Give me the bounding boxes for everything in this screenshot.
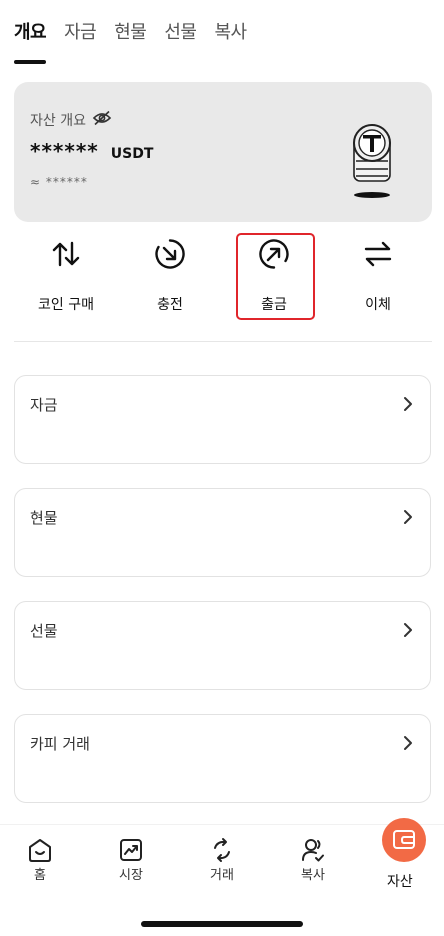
top-tab-bar: 개요 자금 현물 선물 복사	[14, 18, 248, 64]
buy-crypto-button[interactable]: 코인 구매	[14, 232, 118, 320]
home-indicator	[141, 921, 303, 927]
account-card-title: 선물	[30, 622, 58, 640]
tab-overview[interactable]: 개요	[14, 18, 47, 64]
chevron-right-icon	[402, 622, 414, 638]
swap-vertical-icon	[50, 238, 82, 270]
account-card-title: 현물	[30, 509, 58, 527]
usdt-coin-stack-icon	[350, 119, 394, 203]
quick-actions: 코인 구매 충전 출금 이체	[14, 232, 432, 322]
nav-copy[interactable]: 복사	[283, 837, 343, 883]
deposit-label: 충전	[157, 297, 183, 313]
chevron-right-icon	[402, 735, 414, 751]
account-card-title: 자금	[30, 396, 58, 414]
transfer-icon	[362, 238, 394, 270]
asset-overview-label-row: 자산 개요	[30, 110, 112, 130]
section-divider	[14, 341, 432, 342]
balance-unit: USDT	[110, 146, 154, 162]
nav-trade-label: 거래	[210, 868, 234, 883]
account-card-title: 카피 거래	[30, 735, 90, 753]
account-card-funding[interactable]: 자금	[14, 375, 431, 464]
chevron-right-icon	[402, 509, 414, 525]
account-card-futures[interactable]: 선물	[14, 601, 431, 690]
balance-approx: ≈ ******	[30, 175, 88, 189]
nav-copy-label: 복사	[301, 868, 325, 883]
nav-assets-label[interactable]: 자산	[387, 871, 413, 891]
nav-trade[interactable]: 거래	[192, 837, 252, 883]
deposit-button[interactable]: 충전	[118, 232, 222, 320]
wallet-icon	[382, 830, 426, 866]
tab-copy[interactable]: 복사	[215, 18, 248, 44]
account-card-copy-trading[interactable]: 카피 거래	[14, 714, 431, 803]
nav-home[interactable]: 홈	[10, 837, 70, 883]
nav-assets-button[interactable]	[382, 818, 426, 862]
asset-overview-card: 자산 개요 ****** USDT ≈ ******	[14, 82, 432, 222]
chevron-right-icon	[402, 396, 414, 412]
deposit-icon	[154, 238, 186, 270]
balance-amount: ******	[30, 139, 99, 163]
transfer-button[interactable]: 이체	[326, 232, 430, 320]
account-card-spot[interactable]: 현물	[14, 488, 431, 577]
home-icon	[10, 837, 70, 863]
eye-off-icon[interactable]	[92, 110, 112, 130]
nav-market[interactable]: 시장	[101, 837, 161, 883]
balance-amount-row: ****** USDT	[30, 139, 153, 163]
nav-market-label: 시장	[119, 868, 143, 883]
asset-overview-label: 자산 개요	[30, 113, 86, 129]
tab-spot[interactable]: 현물	[114, 18, 147, 44]
copy-user-icon	[283, 837, 343, 863]
bottom-navigation: 홈 시장 거래 복사 자산	[0, 818, 444, 894]
tab-futures[interactable]: 선물	[164, 18, 197, 44]
chart-icon	[101, 837, 161, 863]
tab-funding[interactable]: 자금	[64, 18, 97, 44]
withdraw-highlight-box	[236, 233, 315, 320]
buy-crypto-label: 코인 구매	[38, 297, 94, 313]
transfer-label: 이체	[365, 297, 391, 313]
trade-icon	[192, 837, 252, 863]
nav-home-label: 홈	[34, 868, 46, 883]
